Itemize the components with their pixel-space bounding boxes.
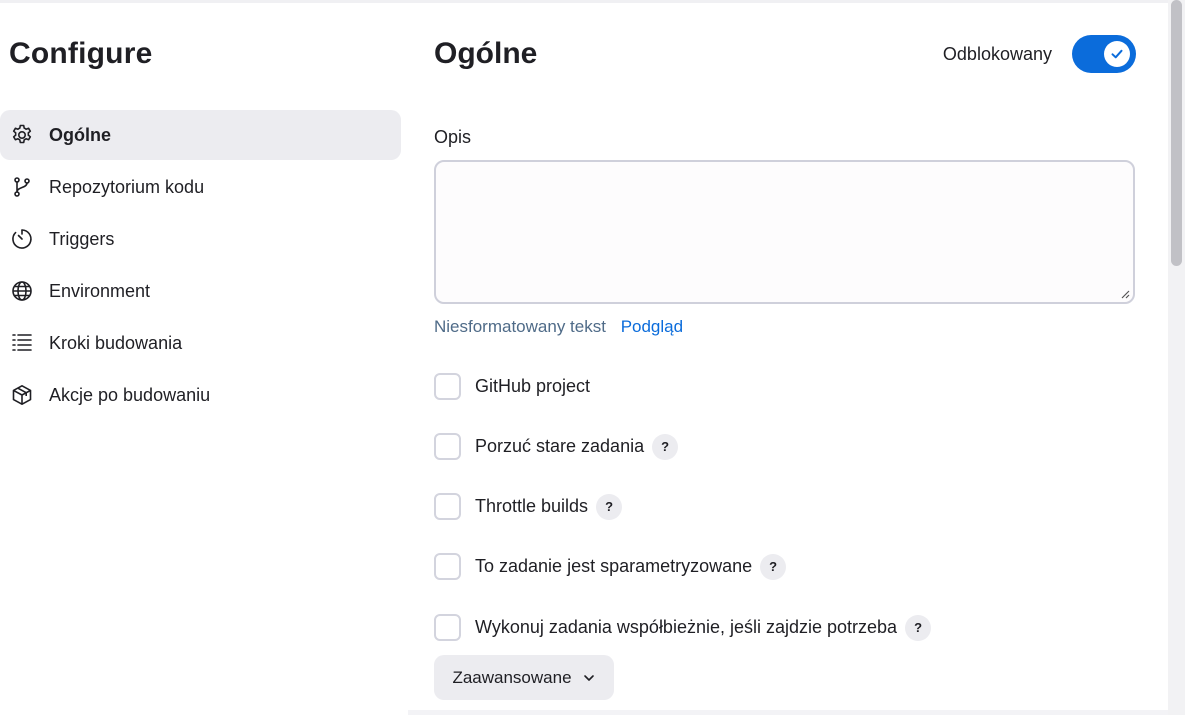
option-discard-old-builds: Porzuć stare zadania ? [434, 433, 679, 460]
scrollbar-thumb[interactable] [1171, 0, 1182, 266]
branch-icon [9, 174, 35, 200]
sidebar-nav: Ogólne Repozytorium kodu Triggers Enviro… [0, 110, 401, 422]
preview-link[interactable]: Podgląd [621, 317, 683, 336]
concurrent-builds-checkbox[interactable] [434, 614, 461, 641]
option-throttle-builds: Throttle builds ? [434, 493, 623, 520]
enabled-toggle[interactable] [1072, 35, 1136, 73]
option-label[interactable]: Porzuć stare zadania [475, 436, 644, 457]
advanced-button-label: Zaawansowane [452, 667, 572, 687]
sidebar-item-label: Repozytorium kodu [49, 176, 205, 197]
sidebar-item-label: Kroki budowania [49, 332, 183, 353]
advanced-button[interactable]: Zaawansowane [434, 655, 614, 700]
format-plain-text: Niesformatowany tekst [434, 317, 606, 336]
description-textarea[interactable] [434, 160, 1135, 304]
option-label[interactable]: GitHub project [475, 376, 590, 397]
list-icon [9, 330, 35, 356]
option-label[interactable]: Wykonuj zadania współbieżnie, jeśli zajd… [475, 617, 897, 638]
globe-icon [9, 278, 35, 304]
enabled-toggle-group: Odblokowany [943, 35, 1136, 73]
chevron-down-icon [583, 674, 594, 681]
sidebar-item-post-build[interactable]: Akcje po budowaniu [0, 370, 401, 420]
resize-grip-icon[interactable] [1120, 289, 1130, 299]
sidebar-title: Configure [9, 37, 153, 70]
github-project-checkbox[interactable] [434, 373, 461, 400]
page-title: Ogólne [434, 37, 538, 70]
timer-icon [9, 226, 35, 252]
sidebar: Configure Ogólne Repozytorium kodu Trigg… [0, 0, 402, 715]
sidebar-item-source-code[interactable]: Repozytorium kodu [0, 162, 401, 212]
sidebar-item-label: Akcje po budowaniu [49, 384, 211, 405]
discard-old-builds-checkbox[interactable] [434, 433, 461, 460]
option-parameterized: To zadanie jest sparametryzowane ? [434, 553, 787, 580]
toggle-label: Odblokowany [942, 43, 1052, 64]
gear-icon [9, 122, 35, 148]
option-label[interactable]: Throttle builds [475, 496, 588, 517]
sidebar-item-label: Triggers [49, 228, 115, 249]
help-icon[interactable]: ? [596, 493, 623, 520]
package-icon [9, 382, 35, 408]
main-panel: Ogólne Odblokowany Opis Niesformatowany … [434, 0, 1136, 715]
option-github-project: GitHub project [434, 373, 590, 400]
toggle-knob [1104, 41, 1130, 67]
sidebar-item-label: Ogólne [49, 124, 111, 145]
throttle-builds-checkbox[interactable] [434, 493, 461, 520]
help-icon[interactable]: ? [760, 553, 787, 580]
check-icon [1111, 49, 1123, 59]
format-row: Niesformatowany tekst Podgląd [434, 317, 683, 337]
option-label[interactable]: To zadanie jest sparametryzowane [475, 556, 752, 577]
description-label: Opis [434, 127, 472, 147]
bottom-section-edge [408, 710, 1168, 715]
sidebar-item-triggers[interactable]: Triggers [0, 214, 401, 264]
sidebar-item-label: Environment [49, 280, 151, 301]
sidebar-item-general[interactable]: Ogólne [0, 110, 401, 160]
help-icon[interactable]: ? [652, 433, 679, 460]
option-concurrent-builds: Wykonuj zadania współbieżnie, jeśli zajd… [434, 614, 932, 641]
help-icon[interactable]: ? [905, 614, 932, 641]
sidebar-item-build-steps[interactable]: Kroki budowania [0, 318, 401, 368]
sidebar-item-environment[interactable]: Environment [0, 266, 401, 316]
parameterized-checkbox[interactable] [434, 553, 461, 580]
